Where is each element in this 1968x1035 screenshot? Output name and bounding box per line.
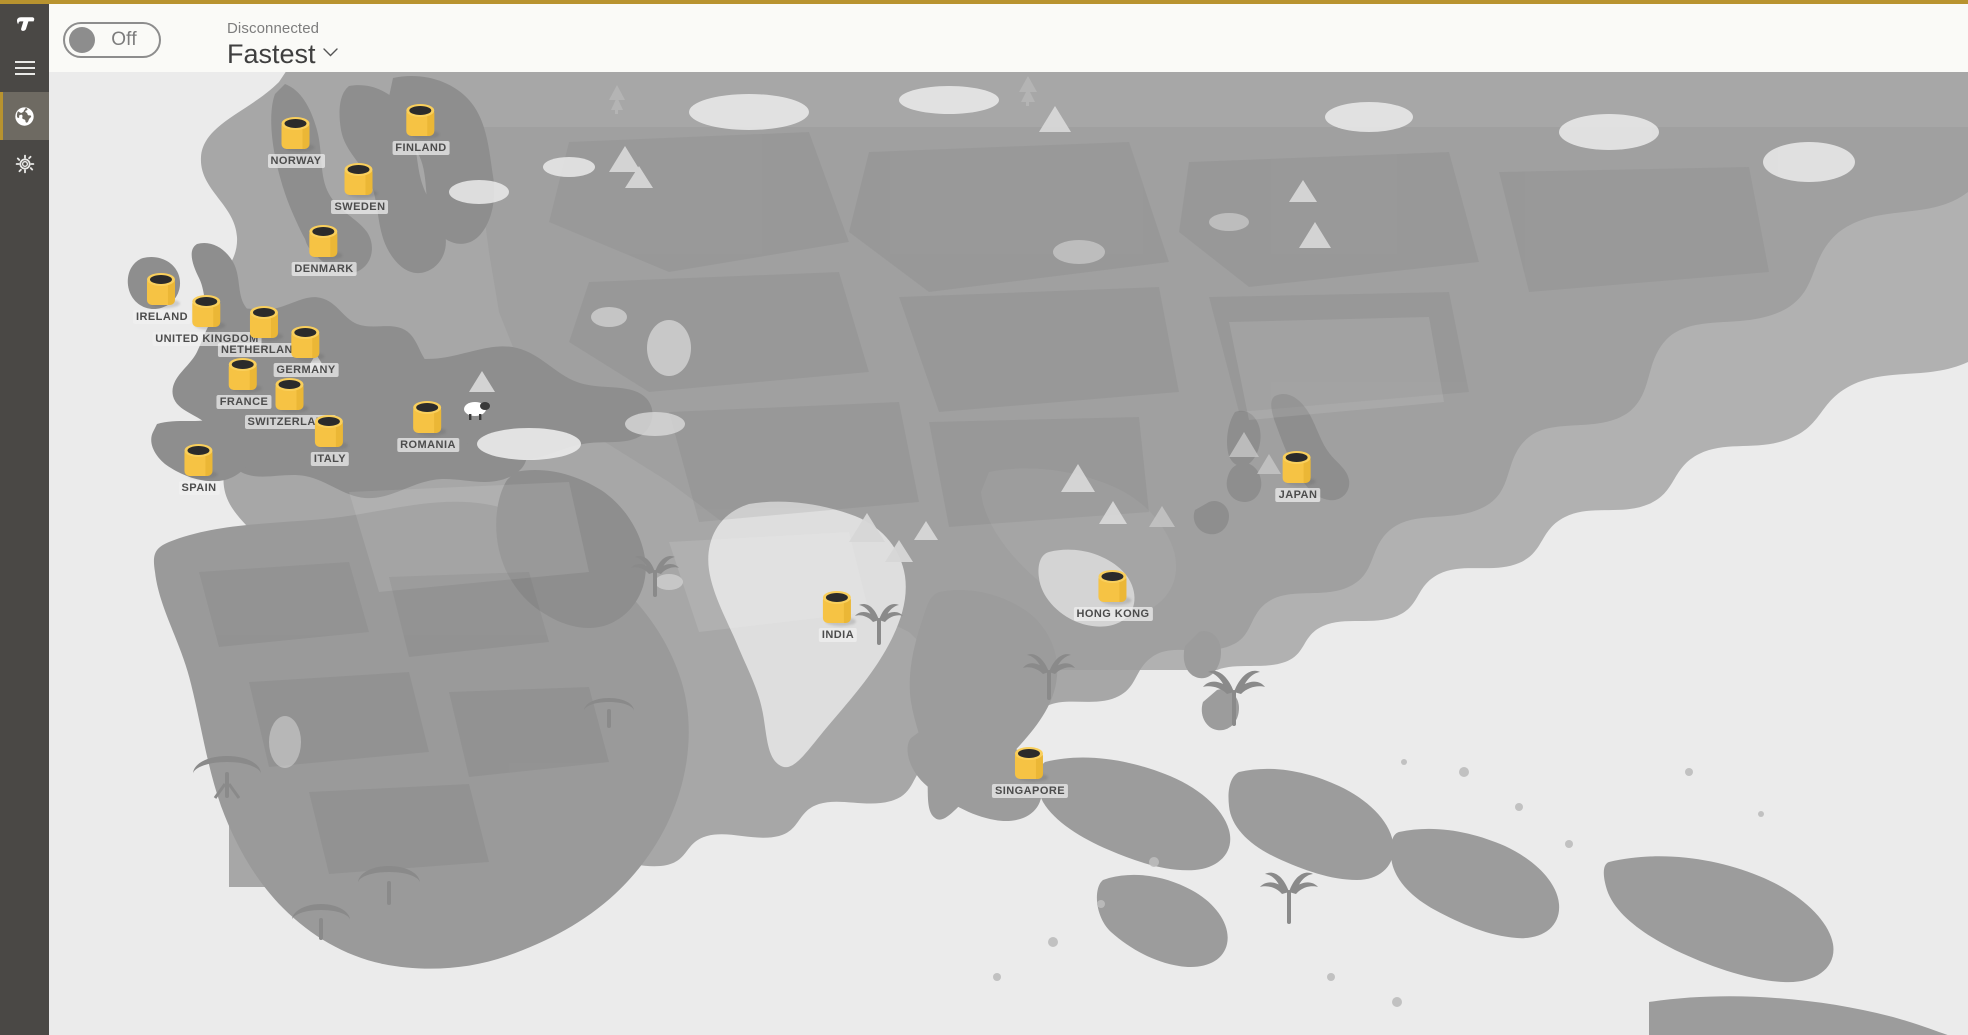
app-logo[interactable] [0,4,49,44]
server-marker[interactable]: SPAIN [178,444,220,496]
server-barrel-icon [344,163,378,198]
connection-status-label: Disconnected [227,20,320,37]
server-country-label: SWEDEN [331,200,389,214]
server-barrel-icon [1015,747,1048,782]
selected-server-label: Fastest [227,39,316,69]
server-barrel-icon [281,117,314,152]
server-marker[interactable]: JAPAN [1275,451,1321,503]
topbar: Off Disconnected Fastest [49,4,1968,72]
server-barrel-icon [1097,570,1131,605]
globe-icon[interactable] [0,92,49,140]
server-marker[interactable]: INDIA [818,591,858,643]
server-country-label: JAPAN [1275,488,1321,502]
gear-icon[interactable] [0,140,49,188]
server-selector[interactable]: Fastest [227,39,338,69]
server-barrel-icon [314,415,348,450]
window-accent-strip [0,0,1968,4]
server-country-label: GERMANY [273,363,339,377]
server-barrel-icon [309,225,342,260]
server-country-label: HONG KONG [1073,607,1153,621]
server-country-label: SPAIN [178,481,220,495]
server-barrel-icon [275,378,308,413]
vpn-power-toggle[interactable]: Off [63,22,161,58]
server-country-label: ITALY [310,452,350,466]
connection-block: Disconnected Fastest [227,20,338,69]
server-country-label: NORWAY [267,154,325,168]
map-landmass-svg [49,72,1968,1035]
server-marker[interactable]: NORWAY [267,117,325,169]
vpn-app-window: Off Disconnected Fastest NORWAY FINLAND … [0,0,1968,1035]
toggle-state-label: Off [111,29,137,50]
server-country-label: DENMARK [291,262,357,276]
server-barrel-icon [291,326,324,361]
server-marker[interactable]: FINLAND [392,104,450,156]
sidebar [0,4,49,1035]
server-barrel-icon [184,444,217,479]
server-country-label: SINGAPORE [991,784,1069,798]
server-marker[interactable]: DENMARK [291,225,357,277]
server-marker[interactable]: HONG KONG [1073,570,1153,622]
server-marker[interactable]: SINGAPORE [991,747,1069,799]
server-barrel-icon [405,104,439,139]
server-barrel-icon [412,401,446,436]
server-country-label: INDIA [818,628,858,642]
world-map[interactable]: NORWAY FINLAND SWEDEN DENMARK IRELAND UNITED … [49,72,1968,1035]
menu-icon[interactable] [0,44,49,92]
chevron-down-icon [322,44,338,62]
toggle-knob [69,27,95,53]
server-barrel-icon [822,591,856,626]
server-marker[interactable]: GERMANY [273,326,339,378]
server-country-label: FINLAND [392,141,450,155]
server-marker[interactable]: ITALY [310,415,350,467]
server-marker[interactable]: SWEDEN [331,163,389,215]
server-barrel-icon [1282,451,1316,486]
server-country-label: ROMANIA [397,438,459,452]
server-marker[interactable]: ROMANIA [397,401,459,453]
